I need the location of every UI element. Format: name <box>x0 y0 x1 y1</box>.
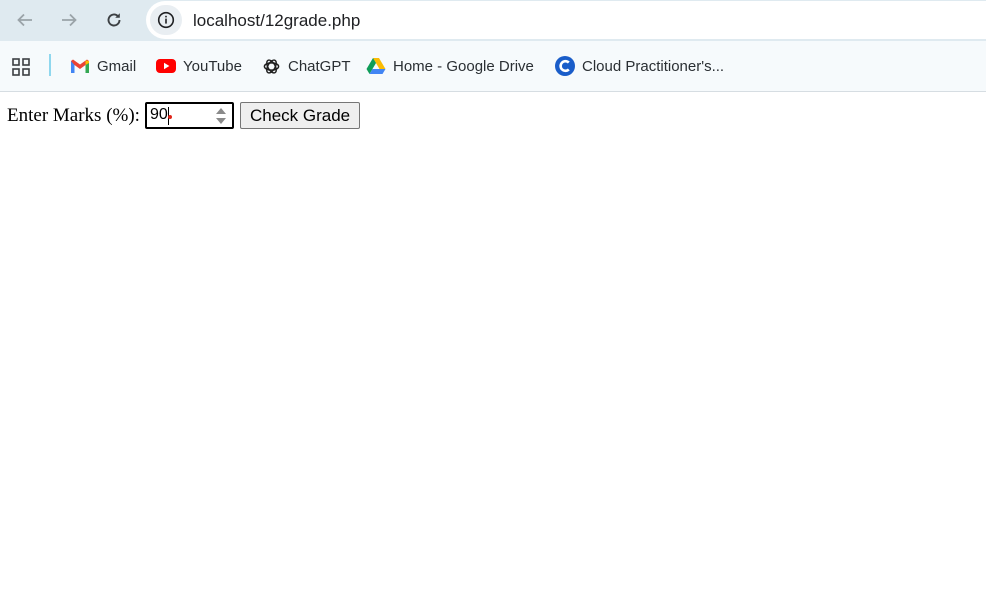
gmail-icon <box>70 56 90 76</box>
bookmark-gmail[interactable]: Gmail <box>70 54 136 78</box>
chatgpt-icon <box>261 56 281 76</box>
cloud-practitioner-icon <box>555 56 575 76</box>
reload-icon <box>107 13 121 27</box>
page-content: Enter Marks (%): 90 Check Grade <box>0 92 986 607</box>
bookmarks-separator <box>49 54 51 76</box>
back-arrow-icon <box>17 13 32 27</box>
bookmark-label: Cloud Practitioner's... <box>582 57 725 75</box>
reload-button[interactable] <box>98 4 130 36</box>
grade-form: Enter Marks (%): 90 Check Grade <box>7 102 361 129</box>
info-icon <box>157 11 175 29</box>
marks-value: 90 <box>149 106 168 123</box>
mouse-cursor-dot <box>167 115 172 119</box>
bookmark-label: Gmail <box>97 57 137 75</box>
bookmark-google-drive[interactable]: Home - Google Drive <box>366 54 534 78</box>
bookmark-chatgpt[interactable]: ChatGPT <box>261 54 351 78</box>
bookmark-youtube[interactable]: YouTube <box>156 54 242 78</box>
youtube-icon <box>156 56 176 76</box>
bookmark-label: YouTube <box>183 57 242 75</box>
browser-toolbar: localhost/12grade.php <box>0 0 986 41</box>
bookmarks-bar: Gmail YouTube ChatGPT Home - Google Driv… <box>0 41 986 92</box>
bookmark-cloud-practitioner[interactable]: Cloud Practitioner's... <box>555 54 724 78</box>
check-grade-button[interactable]: Check Grade <box>239 102 361 129</box>
forward-button[interactable] <box>53 4 85 36</box>
marks-label: Enter Marks (%): <box>7 104 140 126</box>
forward-arrow-icon <box>62 13 77 27</box>
apps-grid-icon[interactable] <box>11 57 31 77</box>
address-url[interactable]: localhost/12grade.php <box>193 11 360 31</box>
bookmark-label: ChatGPT <box>288 57 351 75</box>
google-drive-icon <box>366 56 386 76</box>
site-info-button[interactable] <box>150 5 182 35</box>
bookmark-label: Home - Google Drive <box>393 57 534 75</box>
back-button[interactable] <box>9 4 41 36</box>
marks-input[interactable]: 90 <box>144 102 234 129</box>
number-spinner-icon[interactable] <box>215 106 227 126</box>
